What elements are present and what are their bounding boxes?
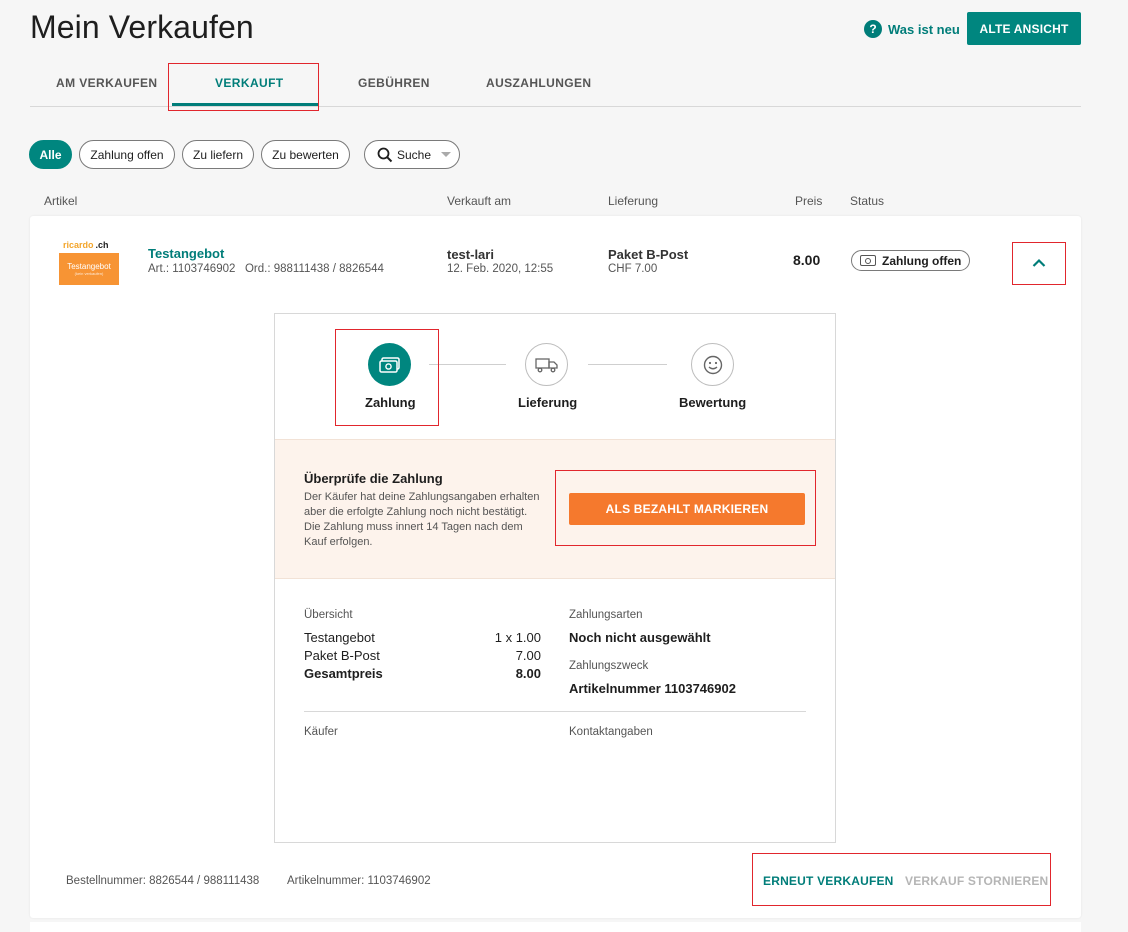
truck-icon: [534, 357, 558, 372]
notice-text: Der Käufer hat deine Zahlungsangaben erh…: [304, 491, 540, 548]
resell-button[interactable]: ERNEUT VERKAUFEN: [763, 874, 894, 888]
tab-verkauft[interactable]: VERKAUFT: [215, 76, 284, 90]
active-tab-indicator: [172, 103, 318, 106]
tab-am-verkaufen[interactable]: AM VERKAUFEN: [56, 76, 157, 90]
step-connector: [588, 364, 667, 365]
page-title: Mein Verkaufen: [30, 9, 254, 45]
ricardo-logo: ricardo .ch: [59, 237, 119, 253]
filter-chip-zahlung-offen[interactable]: Zahlung offen: [79, 140, 175, 169]
whats-new-label: Was ist neu: [888, 21, 960, 37]
step-label-delivery: Lieferung: [518, 395, 578, 410]
item-thumbnail[interactable]: ricardo .ch Testangebot (kein verkaufen): [59, 237, 119, 285]
item-numbers: Art.: 1103746902 Ord.: 988111438 / 88265…: [148, 263, 384, 275]
buyer-name: test-lari: [447, 247, 494, 262]
payment-methods-label: Zahlungsarten: [569, 609, 643, 621]
summary-row-value: 1 x 1.00: [494, 630, 541, 645]
step-rating[interactable]: [691, 343, 734, 386]
section-divider: [304, 711, 806, 712]
tab-gebuehren[interactable]: GEBÜHREN: [358, 76, 430, 90]
step-label-payment: Zahlung: [365, 395, 416, 410]
thumbnail-image: Testangebot (kein verkaufen): [59, 253, 119, 285]
tab-auszahlungen[interactable]: AUSZAHLUNGEN: [486, 76, 591, 90]
item-price: 8.00: [793, 252, 821, 268]
step-payment[interactable]: [368, 343, 411, 386]
mark-as-paid-button[interactable]: ALS BEZAHLT MARKIEREN: [569, 493, 805, 525]
article-number: Artikelnummer: 1103746902: [287, 875, 431, 887]
payment-purpose-label: Zahlungszweck: [569, 660, 649, 672]
search-dropdown[interactable]: Suche: [364, 140, 460, 169]
summary-row-label: Testangebot: [304, 630, 375, 645]
status-badge: Zahlung offen: [851, 250, 971, 271]
column-header-delivery: Lieferung: [608, 194, 659, 208]
old-view-button[interactable]: ALTE ANSICHT: [967, 12, 1081, 45]
notice-title: Überprüfe die Zahlung: [304, 471, 443, 486]
tab-bar: AM VERKAUFEN VERKAUFT GEBÜHREN AUSZAHLUN…: [30, 64, 1081, 107]
filter-chip-alle[interactable]: Alle: [29, 140, 72, 169]
collapse-toggle[interactable]: [1014, 244, 1064, 282]
summary-total-value: 8.00: [515, 666, 541, 681]
cash-icon: [860, 255, 876, 266]
cash-icon: [378, 356, 400, 373]
smiley-icon: [703, 355, 722, 374]
summary-total-label: Gesamtpreis: [304, 666, 383, 681]
payment-purpose-value: Artikelnummer 1103746902: [569, 681, 736, 696]
cancel-sale-button[interactable]: VERKAUF STORNIEREN: [905, 874, 1048, 888]
summary-row-label: Paket B-Post: [304, 648, 380, 663]
column-header-article: Artikel: [44, 194, 78, 208]
filter-chip-zu-bewerten[interactable]: Zu bewerten: [261, 140, 350, 169]
buyer-label: Käufer: [304, 726, 338, 738]
chevron-down-icon: [441, 152, 451, 157]
chevron-up-icon: [1032, 258, 1046, 267]
column-header-sold-on: Verkauft am: [447, 194, 512, 208]
search-label: Suche: [397, 147, 432, 162]
order-number: Bestellnummer: 8826544 / 988111438: [66, 875, 260, 887]
shipping-price: CHF 7.00: [608, 263, 658, 275]
sold-date: 12. Feb. 2020, 12:55: [447, 263, 554, 275]
step-delivery[interactable]: [525, 343, 568, 386]
item-title-link[interactable]: Testangebot: [148, 246, 224, 261]
whats-new-link[interactable]: ? Was ist neu: [864, 18, 960, 40]
column-header-status: Status: [850, 194, 885, 208]
status-label: Zahlung offen: [882, 253, 962, 268]
filter-chip-zu-liefern[interactable]: Zu liefern: [182, 140, 254, 169]
step-label-rating: Bewertung: [679, 395, 747, 410]
summary-row-value: 7.00: [515, 648, 541, 663]
column-header-price: Preis: [795, 194, 823, 208]
step-connector: [429, 364, 506, 365]
next-item-card: [30, 922, 1081, 932]
search-icon: [377, 147, 393, 162]
help-icon: ?: [864, 20, 882, 38]
payment-methods-value: Noch nicht ausgewählt: [569, 630, 711, 645]
contact-label: Kontaktangaben: [569, 726, 653, 738]
summary-heading: Übersicht: [304, 609, 353, 621]
shipping-method: Paket B-Post: [608, 247, 689, 262]
